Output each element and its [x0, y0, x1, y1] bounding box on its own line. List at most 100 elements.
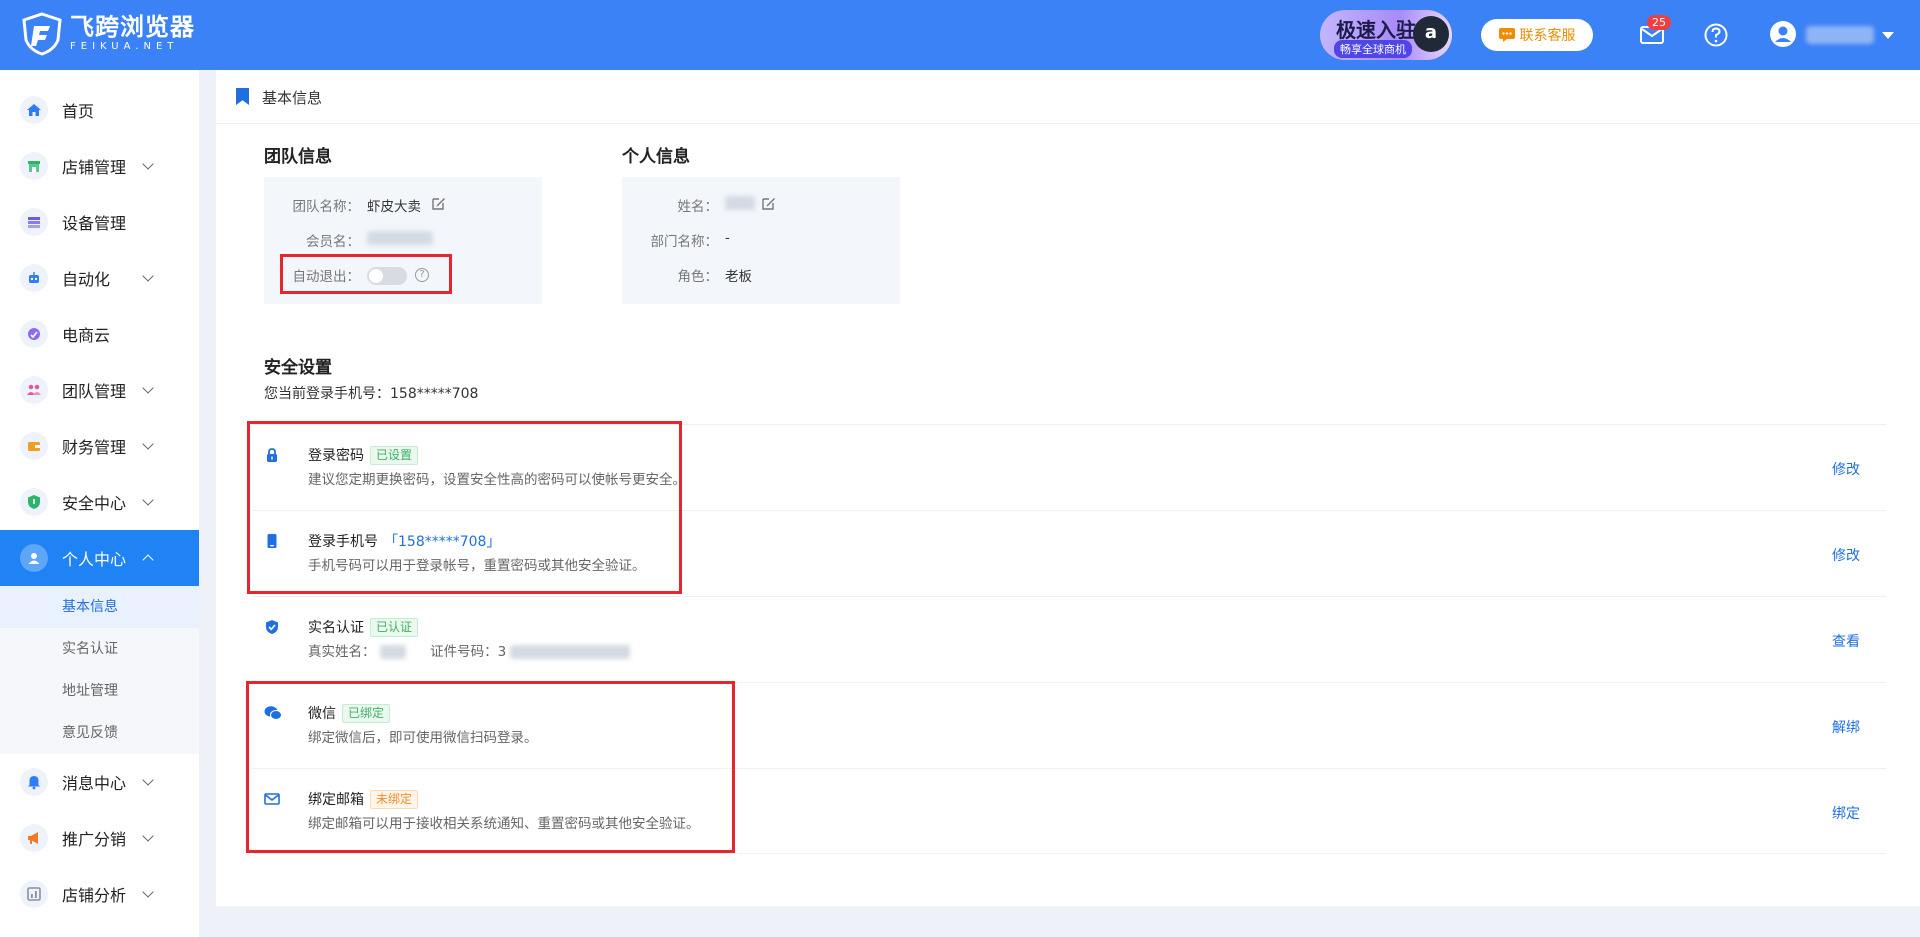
chevron-down-icon — [142, 774, 154, 786]
brand-domain: FEIKUA.NET — [70, 41, 179, 52]
sidebar-item-label: 安全中心 — [62, 494, 127, 513]
user-menu-caret-icon[interactable] — [1882, 32, 1894, 39]
sidebar-item-store-analysis[interactable]: 店铺分析 — [0, 866, 199, 922]
sidebar-item-home[interactable]: 首页 — [0, 82, 199, 138]
sidebar-item-label: 个人中心 — [62, 550, 127, 569]
sidebar-item-label: 设备管理 — [62, 214, 127, 233]
amazon-icon: a — [1413, 16, 1449, 52]
promo-banner[interactable]: 极速入驻 畅享全球商机 a — [1320, 10, 1452, 60]
security-settings-title: 安全设置 — [264, 358, 332, 378]
sidebar-subitem-basic-info[interactable]: 基本信息 — [0, 586, 199, 628]
highlight-box-password-phone — [247, 421, 682, 594]
name-label: 姓名： — [677, 199, 719, 215]
chevron-down-icon — [142, 158, 154, 170]
sidebar-subitem-real-name[interactable]: 实名认证 — [0, 628, 199, 670]
current-phone-line: 您当前登录手机号：158*****708 — [264, 386, 479, 402]
shield-check-icon — [266, 620, 278, 634]
mail-count-badge: 25 — [1647, 15, 1671, 30]
user-avatar[interactable] — [1770, 21, 1796, 47]
sidebar-subitem-address[interactable]: 地址管理 — [0, 670, 199, 712]
chevron-down-icon — [142, 438, 154, 450]
bookmark-icon — [236, 88, 249, 105]
contact-service-button[interactable]: 联系客服 — [1481, 19, 1593, 51]
help-icon[interactable] — [1703, 22, 1729, 48]
team-name-label: 团队名称： — [292, 199, 361, 215]
personal-info-card: 姓名： 部门名称： - 角色： 老板 — [622, 177, 900, 304]
sidebar-item-finance-management[interactable]: 财务管理 — [0, 418, 199, 474]
team-name-value: 虾皮大卖 — [367, 199, 421, 215]
chevron-down-icon — [142, 830, 154, 842]
device-icon — [20, 208, 48, 236]
real-name-status-badge: 已认证 — [370, 618, 419, 637]
id-number-redacted — [510, 645, 631, 659]
role-value: 老板 — [725, 269, 752, 285]
sidebar-item-label: 自动化 — [62, 270, 111, 289]
sidebar-item-promotion[interactable]: 推广分销 — [0, 810, 199, 866]
edit-team-name-icon[interactable] — [431, 196, 446, 211]
chevron-down-icon — [142, 494, 154, 506]
chat-icon — [1498, 28, 1515, 42]
member-name-redacted — [367, 231, 433, 245]
shield-icon — [20, 488, 48, 516]
sidebar-item-team-management[interactable]: 团队管理 — [0, 362, 199, 418]
real-name-label: 真实姓名： — [308, 644, 376, 660]
real-name-title: 实名认证 — [308, 620, 364, 636]
role-label: 角色： — [677, 269, 719, 285]
department-label: 部门名称： — [650, 234, 719, 250]
sidebar-item-label: 团队管理 — [62, 382, 127, 401]
promo-subtitle: 畅享全球商机 — [1334, 40, 1412, 58]
user-name-redacted — [1806, 26, 1874, 44]
modify-password-link[interactable]: 修改 — [1832, 459, 1860, 479]
megaphone-icon — [20, 824, 48, 852]
security-row-real-name: 实名认证 已认证 真实姓名： 证件号码：3 查看 — [252, 596, 1886, 682]
analysis-icon — [20, 880, 48, 908]
sidebar-item-personal-center[interactable]: 个人中心 — [0, 530, 199, 586]
chevron-down-icon — [142, 270, 154, 282]
name-redacted — [725, 196, 755, 210]
unbind-wechat-link[interactable]: 解绑 — [1832, 717, 1860, 737]
sidebar-item-label: 财务管理 — [62, 438, 127, 457]
sidebar-item-label: 首页 — [62, 102, 95, 121]
team-info-title: 团队信息 — [264, 147, 332, 167]
bind-email-link[interactable]: 绑定 — [1832, 803, 1860, 823]
home-icon — [20, 96, 48, 124]
highlight-box-wechat-email — [246, 681, 735, 853]
edit-name-icon[interactable] — [761, 196, 776, 211]
sidebar-item-store-management[interactable]: 店铺管理 — [0, 138, 199, 194]
chevron-up-icon — [142, 554, 154, 566]
chevron-down-icon — [142, 382, 154, 394]
sidebar-item-device-management[interactable]: 设备管理 — [0, 194, 199, 250]
view-real-name-link[interactable]: 查看 — [1832, 631, 1860, 651]
promo-title: 极速入驻 — [1336, 18, 1416, 42]
id-number-label: 证件号码： — [430, 644, 498, 660]
sidebar-item-message-center[interactable]: 消息中心 — [0, 754, 199, 810]
brand-name: 飞跨浏览器 — [70, 13, 195, 41]
sidebar-subitem-feedback[interactable]: 意见反馈 — [0, 712, 199, 754]
modify-phone-link[interactable]: 修改 — [1832, 545, 1860, 565]
sidebar-item-security-center[interactable]: 安全中心 — [0, 474, 199, 530]
logo[interactable]: 飞跨浏览器 FEIKUA.NET — [22, 12, 195, 56]
sidebar-item-label: 店铺管理 — [62, 158, 127, 177]
page-header: 基本信息 — [216, 70, 1920, 124]
sidebar-item-automation[interactable]: 自动化 — [0, 250, 199, 306]
top-header: 飞跨浏览器 FEIKUA.NET 极速入驻 畅享全球商机 a 联系客服 25 — [0, 0, 1920, 70]
sidebar-item-label: 店铺分析 — [62, 886, 127, 905]
bell-icon — [20, 768, 48, 796]
team-icon — [20, 376, 48, 404]
id-number-prefix: 3 — [497, 644, 507, 660]
contact-service-label: 联系客服 — [1519, 28, 1576, 44]
user-icon — [1775, 26, 1791, 42]
real-name-redacted — [379, 645, 406, 659]
store-icon — [20, 152, 48, 180]
shield-logo-icon — [22, 12, 62, 56]
chevron-down-icon — [142, 886, 154, 898]
sidebar-item-ecommerce-cloud[interactable]: 电商云 — [0, 306, 199, 362]
personal-info-title: 个人信息 — [622, 147, 690, 167]
page-title: 基本信息 — [262, 89, 323, 107]
member-name-label: 会员名： — [306, 234, 360, 250]
wallet-icon — [20, 432, 48, 460]
department-value: - — [725, 230, 730, 246]
sidebar: 首页 店铺管理 设备管理 自动化 电商云 团队管理 财务管理 安全中心 个人中心… — [0, 70, 199, 937]
sidebar-item-label: 消息中心 — [62, 774, 127, 793]
user-icon — [20, 544, 48, 572]
